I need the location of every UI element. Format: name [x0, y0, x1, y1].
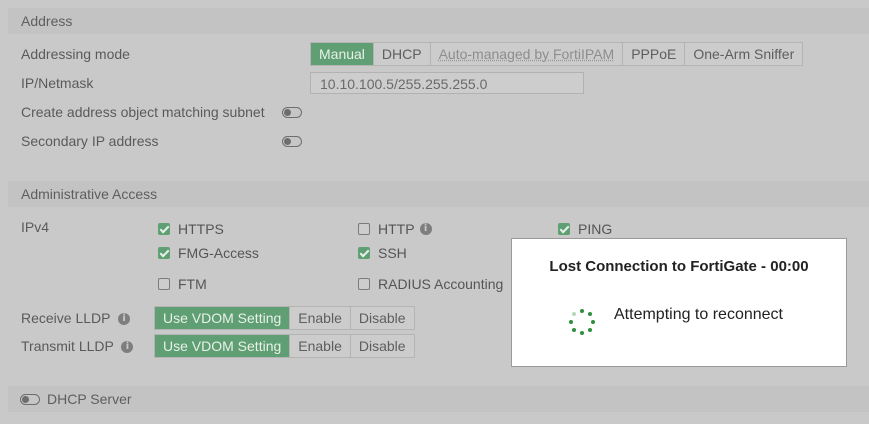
transmit-lldp-info-icon[interactable]: i: [121, 341, 134, 354]
dhcp-section-header: [8, 386, 869, 412]
dhcp-server-label: DHCP Server: [47, 391, 132, 407]
dhcp-server-toggle[interactable]: [20, 394, 40, 405]
ping-checkbox[interactable]: PING: [558, 221, 612, 237]
ipv4-label: IPv4: [21, 219, 50, 235]
ssh-check-icon: [358, 247, 370, 259]
transmit-lldp-vdom-button[interactable]: Use VDOM Setting: [155, 335, 291, 357]
mode-fortiipam-button[interactable]: Auto-managed by FortiIPAM: [430, 43, 624, 65]
mode-pppoe-button[interactable]: PPPoE: [623, 43, 686, 65]
radius-accounting-label: RADIUS Accounting: [378, 276, 504, 292]
ping-check-icon: [558, 223, 570, 235]
ftm-label: FTM: [178, 276, 207, 292]
lost-connection-dialog: Lost Connection to FortiGate - 00:00 Att…: [511, 238, 847, 367]
address-section-title: Address: [21, 13, 73, 29]
secondary-ip-toggle[interactable]: [282, 136, 302, 147]
mode-one-arm-sniffer-button[interactable]: One-Arm Sniffer: [685, 43, 803, 65]
transmit-lldp-label: Transmit LLDP i: [21, 338, 134, 354]
spinner-icon: [569, 309, 595, 335]
https-label: HTTPS: [178, 221, 224, 237]
ftm-check-icon: [158, 278, 170, 290]
http-check-icon: [358, 223, 370, 235]
receive-lldp-disable-button[interactable]: Disable: [350, 307, 414, 329]
fmg-access-check-icon: [158, 247, 170, 259]
https-check-icon: [158, 223, 170, 235]
radius-accounting-check-icon: [358, 278, 370, 290]
dialog-title: Lost Connection to FortiGate - 00:00: [549, 258, 809, 275]
fmg-access-label: FMG-Access: [178, 245, 259, 261]
transmit-lldp-enable-button[interactable]: Enable: [290, 335, 351, 357]
mode-manual-button[interactable]: Manual: [311, 43, 374, 65]
https-checkbox[interactable]: HTTPS: [158, 221, 224, 237]
transmit-lldp-text: Transmit LLDP: [21, 338, 114, 354]
addressing-mode-selector: Manual DHCP Auto-managed by FortiIPAM PP…: [310, 42, 804, 66]
create-address-object-toggle[interactable]: [282, 107, 302, 118]
receive-lldp-label: Receive LLDP i: [21, 310, 131, 326]
transmit-lldp-selector: Use VDOM Setting Enable Disable: [154, 334, 415, 358]
fmg-access-checkbox[interactable]: FMG-Access: [158, 245, 259, 261]
address-section-header: [8, 8, 869, 34]
http-label: HTTP: [378, 221, 415, 237]
receive-lldp-vdom-button[interactable]: Use VDOM Setting: [155, 307, 291, 329]
create-address-object-label: Create address object matching subnet: [21, 104, 265, 120]
ssh-checkbox[interactable]: SSH: [358, 245, 407, 261]
ip-netmask-label: IP/Netmask: [21, 75, 94, 91]
admin-access-section-title: Administrative Access: [21, 186, 158, 202]
http-checkbox[interactable]: HTTP i: [358, 221, 432, 237]
receive-lldp-selector: Use VDOM Setting Enable Disable: [154, 306, 415, 330]
mode-dhcp-button[interactable]: DHCP: [373, 43, 431, 65]
ip-netmask-input[interactable]: 10.10.100.5/255.255.255.0: [310, 72, 584, 94]
http-info-icon[interactable]: i: [419, 223, 432, 235]
receive-lldp-info-icon[interactable]: i: [118, 313, 131, 326]
transmit-lldp-disable-button[interactable]: Disable: [350, 335, 414, 357]
dialog-message: Attempting to reconnect: [614, 306, 783, 323]
receive-lldp-enable-button[interactable]: Enable: [290, 307, 351, 329]
ping-label: PING: [578, 221, 613, 237]
ftm-checkbox[interactable]: FTM: [158, 276, 207, 292]
ssh-label: SSH: [378, 245, 407, 261]
receive-lldp-text: Receive LLDP: [21, 310, 111, 326]
addressing-mode-label: Addressing mode: [21, 46, 130, 62]
secondary-ip-label: Secondary IP address: [21, 133, 159, 149]
radius-accounting-checkbox[interactable]: RADIUS Accounting: [358, 276, 503, 292]
